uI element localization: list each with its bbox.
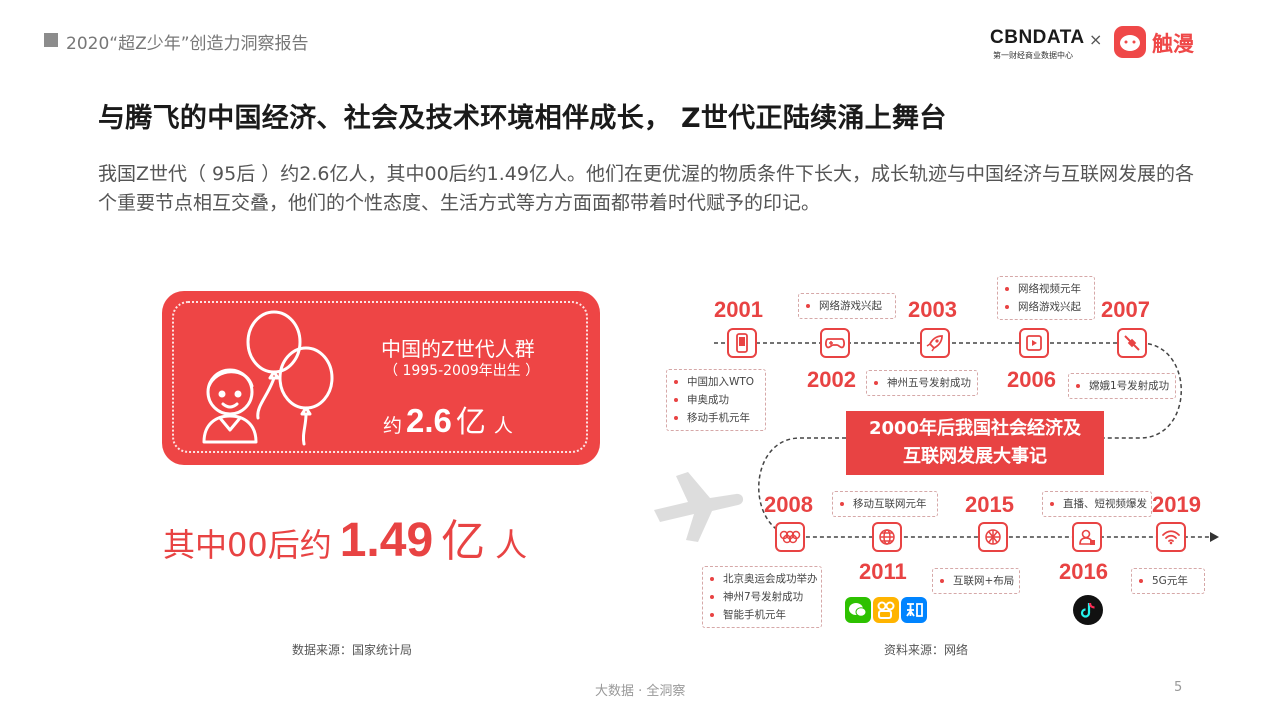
- globe-icon: [872, 522, 902, 552]
- timeline-banner: 2000年后我国社会经济及 互联网发展大事记: [846, 411, 1104, 475]
- banner-line-1: 2000年后我国社会经济及: [868, 418, 1082, 439]
- events-2011: 移动互联网元年: [832, 491, 938, 517]
- source-right: 资料来源：网络: [884, 643, 969, 657]
- video-icon: [1019, 328, 1049, 358]
- events-2015: 互联网+布局: [932, 568, 1020, 594]
- page-number: 5: [1174, 680, 1183, 695]
- live-streamer-icon: [1072, 522, 1102, 552]
- douyin-logo-icon: [1073, 595, 1103, 625]
- game-controller-icon: [820, 328, 850, 358]
- events-2002: 网络游戏兴起: [798, 293, 896, 319]
- internet-plus-icon: [978, 522, 1008, 552]
- year-2011: 2011: [859, 559, 907, 584]
- satellite-icon: [1117, 328, 1147, 358]
- wechat-logo-icon: [845, 597, 871, 623]
- events-2016: 直播、短视频爆发: [1042, 491, 1152, 517]
- year-2016: 2016: [1059, 559, 1108, 584]
- footer-slogan: 大数据 · 全洞察: [595, 684, 686, 699]
- year-2007: 2007: [1101, 297, 1150, 322]
- plane-icon: [654, 472, 744, 542]
- events-2001: 中国加入WTO 申奥成功 移动手机元年: [666, 369, 766, 431]
- zhihu-logo-icon: [901, 597, 927, 623]
- events-2007: 嫦娥1号发射成功: [1068, 373, 1176, 399]
- events-2006: 网络视频元年 网络游戏兴起: [997, 276, 1095, 320]
- wifi-5g-icon: [1156, 522, 1186, 552]
- rocket-icon: [920, 328, 950, 358]
- olympic-rings-icon: [775, 522, 805, 552]
- year-2006: 2006: [1007, 367, 1056, 392]
- banner-line-2: 互联网发展大事记: [903, 446, 1047, 467]
- year-2003: 2003: [908, 297, 957, 322]
- year-2001: 2001: [714, 297, 763, 322]
- year-2015: 2015: [965, 492, 1014, 517]
- events-2008: 北京奥运会成功举办 神州7号发射成功 智能手机元年: [702, 566, 822, 628]
- year-2019: 2019: [1152, 492, 1201, 517]
- year-2002: 2002: [807, 367, 856, 392]
- events-2003: 神州五号发射成功: [866, 370, 978, 396]
- mobile-phone-icon: [727, 328, 757, 358]
- kuaishou-logo-icon: [873, 597, 899, 623]
- events-2019: 5G元年: [1131, 568, 1205, 594]
- year-2008: 2008: [764, 492, 813, 517]
